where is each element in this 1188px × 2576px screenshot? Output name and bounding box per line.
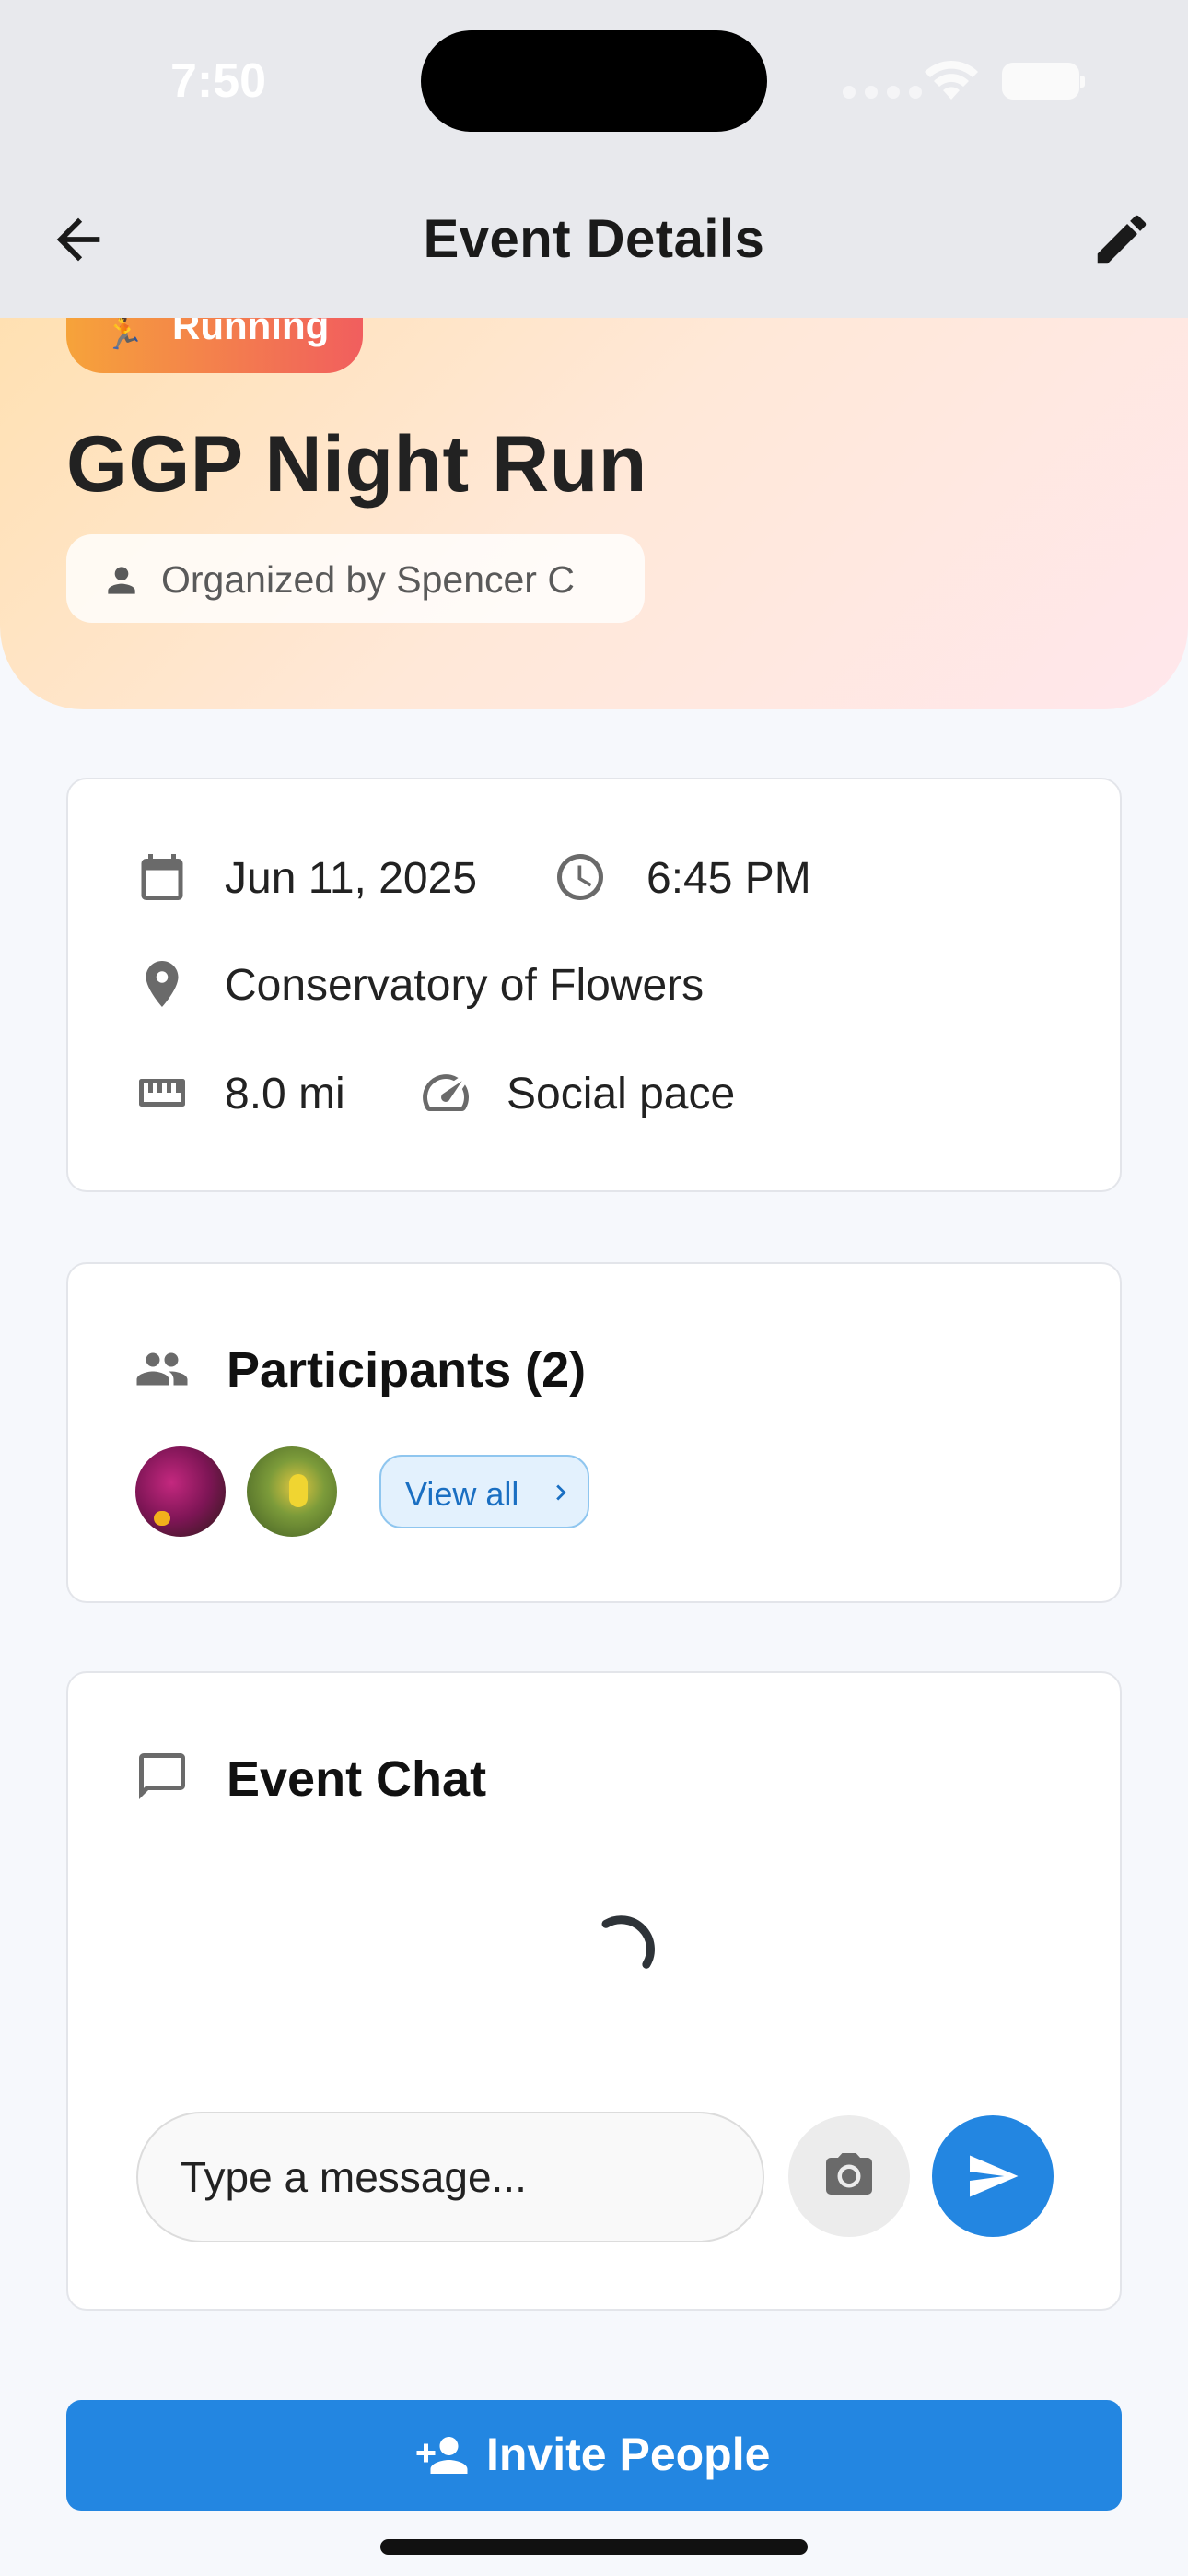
- cellular-signal-icon: [843, 86, 931, 103]
- event-title: GGP Night Run: [66, 420, 647, 509]
- speedometer-icon: [423, 1074, 469, 1111]
- event-details-card: Jun 11, 2025 6:45 PM Conservatory of Flo…: [66, 778, 1122, 1192]
- chevron-right-icon: [556, 1484, 566, 1501]
- location-pin-icon: [146, 961, 179, 1007]
- avatar[interactable]: [135, 1446, 226, 1537]
- event-distance: 8.0 mi: [225, 1070, 345, 1118]
- camera-icon: [826, 2153, 872, 2195]
- view-all-label: View all: [405, 1475, 519, 1513]
- organizer-chip: Organized by Spencer C: [66, 534, 645, 623]
- group-icon: [136, 1352, 188, 1386]
- view-all-participants-button[interactable]: View all: [379, 1455, 589, 1528]
- home-indicator: [380, 2539, 808, 2555]
- wifi-icon: [925, 60, 978, 100]
- runner-icon: 🏃: [103, 313, 145, 351]
- person-icon: [108, 567, 135, 594]
- invite-label: Invite People: [486, 2429, 771, 2480]
- message-input[interactable]: [136, 2112, 764, 2242]
- send-button[interactable]: [932, 2115, 1054, 2237]
- app-bar: Event Details: [0, 157, 1188, 318]
- battery-icon: [1002, 63, 1085, 100]
- chat-bubble-icon: [139, 1753, 185, 1799]
- participants-title: Participants (2): [227, 1342, 587, 1398]
- event-chat-card: Event Chat: [66, 1671, 1122, 2311]
- ruler-icon: [139, 1079, 185, 1107]
- add-person-icon: [416, 2437, 468, 2474]
- calendar-icon: [141, 854, 183, 900]
- clock-icon: [557, 854, 603, 900]
- event-date: Jun 11, 2025: [225, 854, 478, 903]
- status-bar: 7:50: [0, 0, 1188, 157]
- avatar[interactable]: [247, 1446, 337, 1537]
- chat-title: Event Chat: [227, 1751, 487, 1807]
- dynamic-island: [421, 30, 767, 132]
- organizer-label: Organized by Spencer C: [161, 558, 575, 601]
- event-pace: Social pace: [507, 1070, 736, 1118]
- participants-card: Participants (2) View all: [66, 1262, 1122, 1603]
- camera-button[interactable]: [788, 2115, 910, 2237]
- loading-spinner-icon: [601, 1915, 655, 1969]
- page-title: Event Details: [423, 209, 765, 269]
- event-location: Conservatory of Flowers: [225, 961, 705, 1010]
- invite-people-button[interactable]: Invite People: [66, 2400, 1122, 2511]
- pencil-icon[interactable]: [1089, 207, 1154, 272]
- send-icon: [970, 2155, 1019, 2197]
- status-time: 7:50: [170, 54, 267, 108]
- event-time: 6:45 PM: [646, 854, 811, 903]
